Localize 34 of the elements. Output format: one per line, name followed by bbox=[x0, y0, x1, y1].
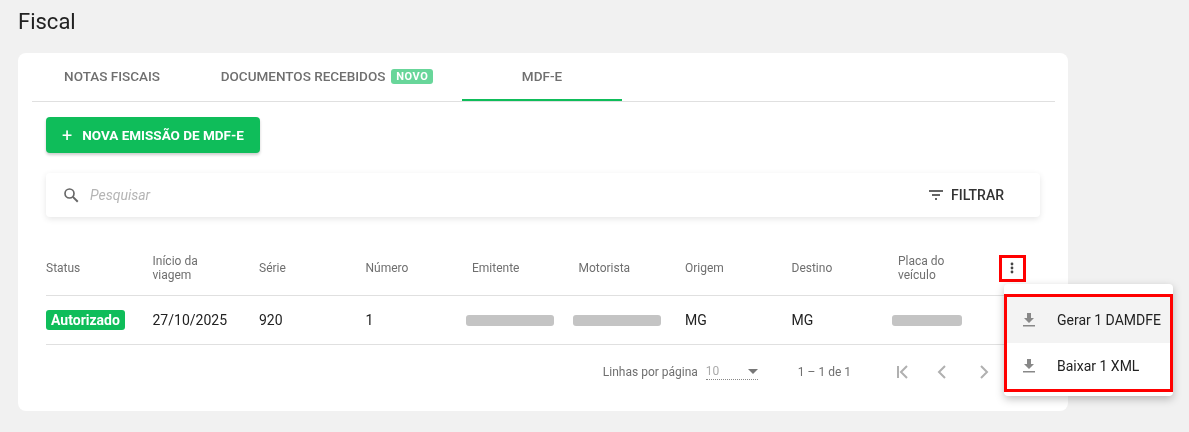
search-icon bbox=[62, 186, 80, 204]
menu-item[interactable]: Gerar 1 DAMDFE bbox=[1007, 297, 1170, 343]
tab[interactable]: DOCUMENTOS RECEBIDOS NOVO bbox=[192, 53, 462, 101]
more-options-button[interactable] bbox=[998, 254, 1026, 282]
column-header: Número bbox=[365, 261, 410, 275]
new-badge: NOVO bbox=[391, 68, 434, 84]
tab[interactable]: NOTAS FISCAIS bbox=[32, 53, 192, 101]
table-cell: 1 bbox=[365, 312, 374, 328]
filter-icon bbox=[929, 190, 943, 200]
column-header: Motorista bbox=[578, 261, 632, 275]
status-badge: Autorizado bbox=[46, 310, 125, 330]
first-page-button[interactable] bbox=[895, 364, 911, 380]
column-header: Emitente bbox=[472, 261, 521, 275]
column-header: Destino bbox=[791, 261, 834, 275]
column-header: Início da viagem bbox=[152, 254, 199, 282]
page-title: Fiscal bbox=[18, 8, 77, 36]
column-header: Origem bbox=[685, 261, 725, 275]
page-range: 1 – 1 de 1 bbox=[797, 365, 851, 379]
menu-item[interactable]: Baixar 1 XML bbox=[1007, 343, 1170, 389]
table-cell: MG bbox=[791, 312, 814, 328]
table-cell: 27/10/2025 bbox=[152, 312, 227, 328]
tab[interactable]: MDF-E bbox=[462, 53, 622, 101]
kebab-icon bbox=[1010, 262, 1014, 274]
column-header: Placa do veículo bbox=[898, 254, 946, 282]
column-header: Série bbox=[259, 261, 287, 275]
table-cell: MG bbox=[685, 312, 707, 328]
column-header: Status bbox=[46, 261, 82, 275]
table-cell: 920 bbox=[259, 312, 283, 328]
download-icon bbox=[1023, 313, 1035, 327]
download-icon bbox=[1023, 359, 1035, 373]
caret-icon bbox=[747, 368, 758, 374]
redacted-text bbox=[892, 314, 962, 326]
rows-per-page-label: Linhas por página bbox=[602, 365, 698, 379]
filter-button[interactable]: FILTRAR bbox=[923, 186, 1010, 204]
